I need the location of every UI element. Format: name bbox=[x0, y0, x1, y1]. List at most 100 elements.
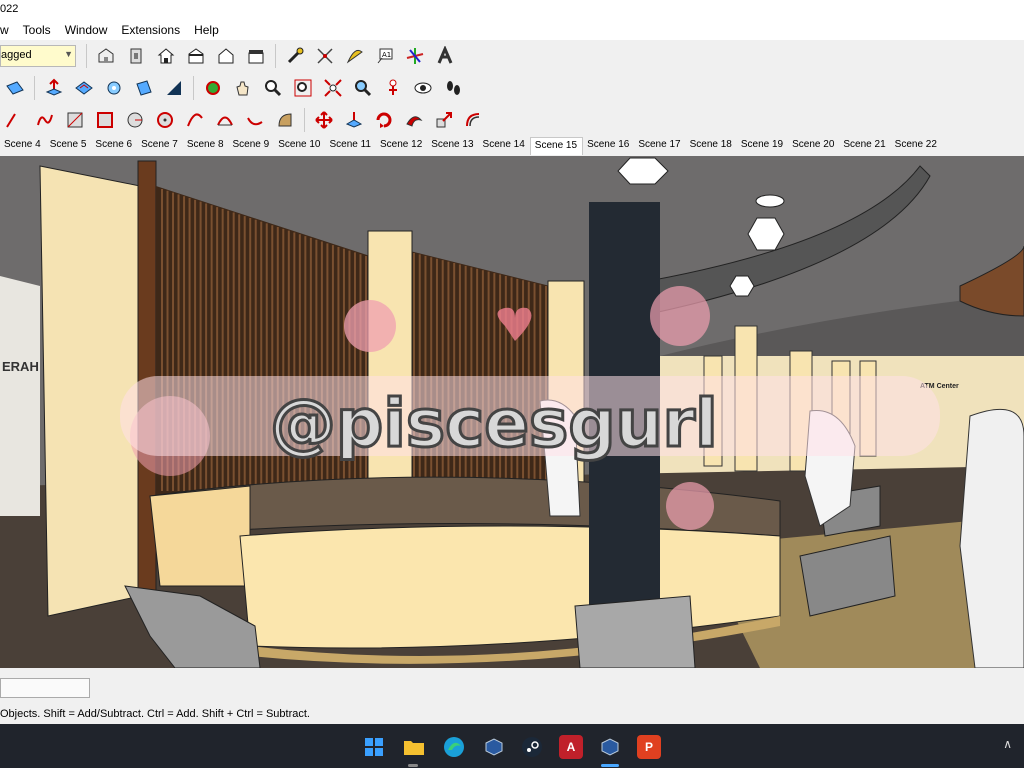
scene-tab[interactable]: Scene 8 bbox=[183, 137, 229, 155]
previous-view-icon[interactable] bbox=[351, 76, 375, 100]
left-wall-text: ERAH bbox=[2, 359, 39, 374]
zoom-window-icon[interactable] bbox=[291, 76, 315, 100]
scene-tab[interactable]: Scene 11 bbox=[325, 137, 376, 155]
scene-tab[interactable]: Scene 16 bbox=[583, 137, 634, 155]
rotated-rect-icon[interactable] bbox=[93, 108, 117, 132]
watermark-text: @piscesgurl bbox=[270, 385, 718, 462]
flower-sticker bbox=[650, 286, 710, 346]
measurements-box[interactable] bbox=[0, 678, 90, 698]
svg-text:A1: A1 bbox=[382, 51, 391, 59]
scene-tab[interactable]: Scene 13 bbox=[427, 137, 478, 155]
chevron-up-icon[interactable]: ∧ bbox=[1003, 737, 1012, 751]
toolbar-row-3 bbox=[0, 104, 489, 136]
sketchup-icon[interactable] bbox=[482, 735, 506, 759]
offset-tool-icon[interactable] bbox=[462, 108, 486, 132]
tag-select-value: agged bbox=[1, 49, 32, 61]
solid-shape-icon[interactable] bbox=[162, 76, 186, 100]
dimension-icon[interactable] bbox=[313, 44, 337, 68]
sandbox-icon[interactable] bbox=[72, 76, 96, 100]
scene-tab[interactable]: Scene 19 bbox=[737, 137, 788, 155]
look-around-icon[interactable] bbox=[411, 76, 435, 100]
arc-icon[interactable] bbox=[183, 108, 207, 132]
line-tool-icon[interactable] bbox=[3, 108, 27, 132]
scene-tab[interactable]: Scene 18 bbox=[686, 137, 737, 155]
menu-view[interactable]: w bbox=[0, 20, 17, 40]
app-indicator bbox=[408, 764, 418, 767]
scene-tab[interactable]: Scene 22 bbox=[891, 137, 942, 155]
orbit-icon[interactable] bbox=[201, 76, 225, 100]
scene-tab[interactable]: Scene 14 bbox=[479, 137, 530, 155]
rectangle-icon[interactable] bbox=[63, 108, 87, 132]
polygon-icon[interactable] bbox=[153, 108, 177, 132]
rotate-icon[interactable] bbox=[372, 108, 396, 132]
edge-browser-icon[interactable] bbox=[442, 735, 466, 759]
pie-icon[interactable] bbox=[273, 108, 297, 132]
3d-viewport[interactable]: ERAH ATM Center @piscesgurl bbox=[0, 156, 1024, 668]
scene-tab[interactable]: Scene 4 bbox=[0, 137, 46, 155]
counter-side bbox=[149, 485, 251, 587]
three-point-arc-icon[interactable] bbox=[243, 108, 267, 132]
scene-tab[interactable]: Scene 17 bbox=[634, 137, 685, 155]
autocad-icon[interactable]: A bbox=[559, 735, 583, 759]
iso-view-icon[interactable] bbox=[94, 44, 118, 68]
scene-tab[interactable]: Scene 12 bbox=[376, 137, 427, 155]
left-view-icon[interactable] bbox=[244, 44, 268, 68]
grid-plane-icon[interactable] bbox=[3, 76, 27, 100]
scene-tab[interactable]: Scene 21 bbox=[839, 137, 890, 155]
scale-icon[interactable] bbox=[432, 108, 456, 132]
scene-tab[interactable]: Scene 9 bbox=[229, 137, 275, 155]
follow-me-icon[interactable] bbox=[102, 76, 126, 100]
scene-tab[interactable]: Scene 10 bbox=[274, 137, 325, 155]
scene-tab[interactable]: Scene 6 bbox=[91, 137, 137, 155]
back-view-icon[interactable] bbox=[214, 44, 238, 68]
window-title: 022 bbox=[0, 3, 19, 15]
menu-extensions[interactable]: Extensions bbox=[115, 20, 188, 40]
left-panel bbox=[39, 165, 141, 617]
status-hint: Objects. Shift = Add/Subtract. Ctrl = Ad… bbox=[0, 708, 310, 720]
toolbar-separator bbox=[86, 44, 87, 68]
status-bar: Objects. Shift = Add/Subtract. Ctrl = Ad… bbox=[0, 668, 1024, 724]
axes-icon[interactable] bbox=[403, 44, 427, 68]
menu-window[interactable]: Window bbox=[59, 20, 116, 40]
toolbar-separator bbox=[304, 108, 305, 132]
tag-select[interactable]: agged ▼ bbox=[0, 45, 76, 67]
file-explorer-icon[interactable] bbox=[402, 735, 426, 759]
right-view-icon[interactable] bbox=[184, 44, 208, 68]
circle-icon[interactable] bbox=[123, 108, 147, 132]
flower-sticker bbox=[344, 300, 396, 352]
top-view-icon[interactable] bbox=[124, 44, 148, 68]
move-icon[interactable] bbox=[312, 108, 336, 132]
protractor-icon[interactable] bbox=[343, 44, 367, 68]
menu-help[interactable]: Help bbox=[188, 20, 227, 40]
scene-tab[interactable]: Scene 20 bbox=[788, 137, 839, 155]
windows-start-icon[interactable] bbox=[362, 735, 386, 759]
zoom-icon[interactable] bbox=[261, 76, 285, 100]
chevron-down-icon: ▼ bbox=[64, 49, 73, 59]
zoom-extents-icon[interactable] bbox=[321, 76, 345, 100]
walk-icon[interactable] bbox=[441, 76, 465, 100]
push-pull-icon[interactable] bbox=[42, 76, 66, 100]
steam-icon[interactable] bbox=[520, 735, 544, 759]
toolbar-row-1: agged ▼ A1 bbox=[0, 40, 460, 72]
tape-measure-icon[interactable] bbox=[283, 44, 307, 68]
pan-hand-icon[interactable] bbox=[231, 76, 255, 100]
flower-sticker bbox=[666, 482, 714, 530]
text-tool-icon[interactable]: A1 bbox=[373, 44, 397, 68]
toolbar-row-2 bbox=[0, 72, 468, 104]
front-view-icon[interactable] bbox=[154, 44, 178, 68]
scene-tab[interactable]: Scene 7 bbox=[137, 137, 183, 155]
3d-text-icon[interactable] bbox=[433, 44, 457, 68]
push-down-icon[interactable] bbox=[342, 108, 366, 132]
active-app-indicator bbox=[601, 764, 619, 767]
scene-tab[interactable]: Scene 5 bbox=[46, 137, 92, 155]
powerpoint-icon[interactable]: P bbox=[637, 735, 661, 759]
freehand-icon[interactable] bbox=[33, 108, 57, 132]
scene-tab[interactable]: Scene 15 bbox=[529, 137, 584, 155]
follow-path-icon[interactable] bbox=[402, 108, 426, 132]
sketchup-active-icon[interactable] bbox=[598, 735, 622, 759]
two-point-arc-icon[interactable] bbox=[213, 108, 237, 132]
toolbar-separator bbox=[34, 76, 35, 100]
offset-icon[interactable] bbox=[132, 76, 156, 100]
position-camera-icon[interactable] bbox=[381, 76, 405, 100]
menu-tools[interactable]: Tools bbox=[17, 20, 59, 40]
